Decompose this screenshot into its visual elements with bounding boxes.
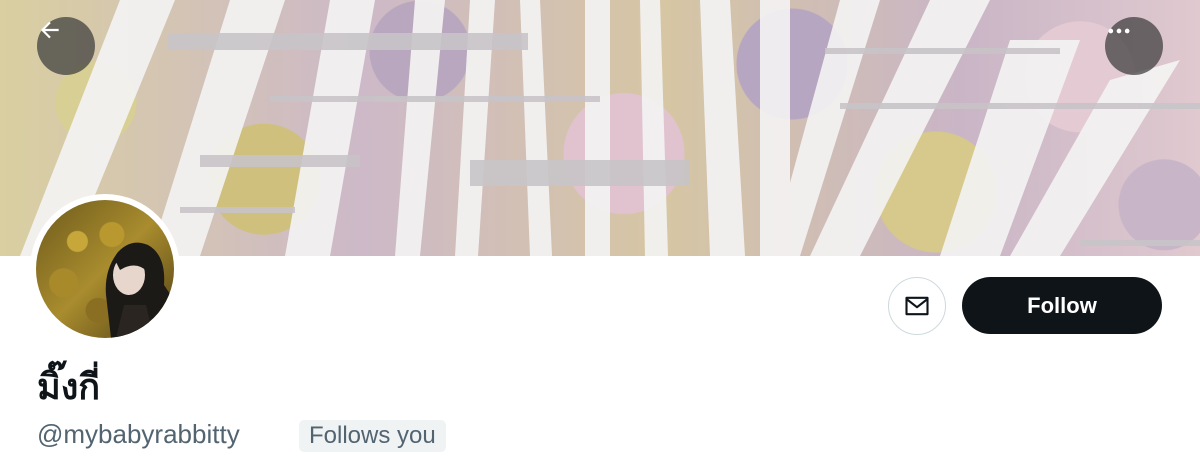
avatar[interactable] [30,194,180,344]
follow-button[interactable]: Follow [962,277,1162,334]
arrow-left-icon [40,21,59,39]
avatar-photo [36,200,174,338]
profile-banner[interactable] [0,0,1200,256]
more-options-button[interactable] [1105,17,1163,75]
user-handle: @mybabyrabbitty [37,419,240,449]
follows-you-badge: Follows you [299,420,446,452]
display-name: มิ๊งกี่ [37,367,101,408]
banner-artwork [20,0,1200,256]
back-button[interactable] [37,17,95,75]
envelope-icon [905,296,929,316]
more-horizontal-icon [1108,28,1130,34]
message-button[interactable] [888,277,946,335]
person-silhouette [105,242,174,338]
